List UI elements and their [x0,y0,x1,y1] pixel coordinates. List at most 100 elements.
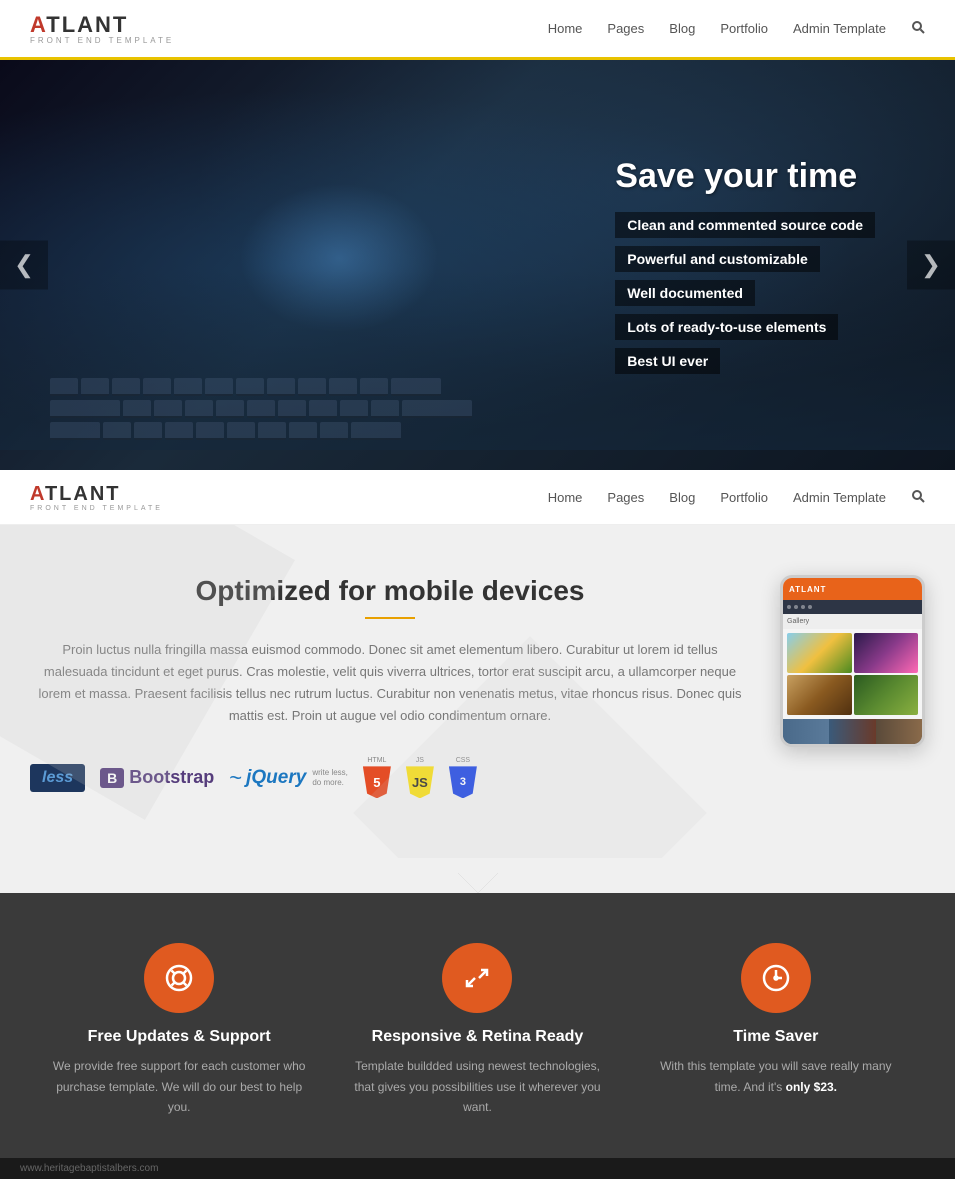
hero-slider: ❮ Save your time Clean and commented sou… [0,60,955,470]
phone-header: ATLANT [783,578,922,600]
hero-title: Save your time [615,157,875,196]
key [196,422,224,440]
logo2-subtitle: FRONT END TEMPLATE [30,505,163,512]
nav2-home[interactable]: Home [548,490,583,505]
key [278,400,306,418]
badge-js: JS JS [406,757,434,798]
key [165,422,193,440]
feature-2-desc: Template buildded using newest technolog… [348,1056,606,1117]
bottom-url: www.heritagebaptistalbers.com [20,1163,158,1174]
phone-nav-bar [783,600,922,614]
mobile-section-title: Optimized for mobile devices [30,575,750,607]
key [320,422,348,440]
hero-feature-1: Clean and commented source code [615,212,875,238]
key [298,378,326,396]
badge-html5: HTML 5 [363,757,391,798]
gallery-cell-music [854,633,919,673]
hero-feature-2: Powerful and customizable [615,246,819,272]
logo[interactable]: ATLANT FRONT END TEMPLATE [30,12,174,45]
section-divider [0,858,955,893]
gallery-cell-portrait [787,675,852,715]
divider-arrow-icon [458,873,498,893]
jquery-tagline: write less,do more. [312,768,348,787]
feature-2-icon [442,943,512,1013]
badge-bootstrap: B Bootstrap [100,767,214,788]
key [371,400,399,418]
mobile-section: Optimized for mobile devices Proin luctu… [0,525,955,858]
logo-text: ATLANT [30,12,174,38]
jquery-label: jQuery [246,767,306,789]
logo-subtitle: FRONT END TEMPLATE [30,36,174,45]
key [391,378,441,396]
logo2[interactable]: ATLANT FRONT END TEMPLATE [30,483,163,512]
nav-pages[interactable]: Pages [607,21,644,36]
search-icon[interactable] [911,20,925,37]
html5-tag: HTML [367,757,386,764]
key [174,378,202,396]
nav-dot [794,605,798,609]
hero-feature-5: Best UI ever [615,348,720,374]
phone-logo: ATLANT [789,585,826,594]
phone-body: Gallery [783,600,922,744]
nav2-pages[interactable]: Pages [607,490,644,505]
slider-next-button[interactable]: ❯ [907,241,955,290]
key [309,400,337,418]
search-icon-2[interactable] [911,489,925,506]
nav-admin-template[interactable]: Admin Template [793,21,886,36]
key [247,400,275,418]
key [50,422,100,440]
feature-2-title: Responsive & Retina Ready [372,1028,584,1046]
phone-gallery-label: Gallery [783,614,922,629]
slider-prev-button[interactable]: ❮ [0,241,48,290]
feature-1: Free Updates & Support We provide free s… [30,943,328,1117]
key [340,400,368,418]
key [50,400,120,418]
feature-1-title: Free Updates & Support [88,1028,271,1046]
nav2-admin-template[interactable]: Admin Template [793,490,886,505]
tech-badges-row: less B Bootstrap ~ jQuery write less,do … [30,757,750,798]
feature-3-title: Time Saver [733,1028,818,1046]
key [360,378,388,396]
nav2-portfolio[interactable]: Portfolio [720,490,768,505]
html5-shield-icon: 5 [363,766,391,798]
key [329,378,357,396]
key [351,422,401,440]
gallery-cell-beach [787,633,852,673]
phone-bottom-seg-3 [876,719,922,744]
nav-home[interactable]: Home [548,21,583,36]
key [216,400,244,418]
key [143,378,171,396]
sticky-navbar: ATLANT FRONT END TEMPLATE Home Pages Blo… [0,470,955,525]
key [289,422,317,440]
bottom-bar: www.heritagebaptistalbers.com [0,1158,955,1179]
mobile-description: Proin luctus nulla fringilla massa euism… [30,639,750,727]
key [154,400,182,418]
key [134,422,162,440]
nav-blog[interactable]: Blog [669,21,695,36]
key [205,378,233,396]
gallery-cell-nature [854,675,919,715]
logo2-letter: A [30,483,45,505]
key [227,422,255,440]
nav2-blog[interactable]: Blog [669,490,695,505]
key [236,378,264,396]
phone-mockup: ATLANT Gallery [780,575,925,747]
features-section: Free Updates & Support We provide free s… [0,893,955,1157]
nav-links: Home Pages Blog Portfolio Admin Template [548,20,925,37]
phone-gallery-grid [783,629,922,719]
nav-dot [808,605,812,609]
mobile-content-left: Optimized for mobile devices Proin luctu… [30,575,750,798]
feature-3-desc: With this template you will save really … [647,1056,905,1097]
nav-links-2: Home Pages Blog Portfolio Admin Template [548,489,925,506]
phone-bottom-seg-2 [829,719,875,744]
top-navbar: ATLANT FRONT END TEMPLATE Home Pages Blo… [0,0,955,60]
price-highlight: only $23. [786,1080,837,1094]
phone-bottom-bar [783,719,922,744]
js-tag: JS [416,757,424,764]
feature-2: Responsive & Retina Ready Template build… [328,943,626,1117]
key [258,422,286,440]
badge-jquery: ~ jQuery write less,do more. [229,765,348,791]
nav-portfolio[interactable]: Portfolio [720,21,768,36]
keyboard-rows [50,378,472,440]
feature-3: Time Saver With this template you will s… [627,943,925,1117]
